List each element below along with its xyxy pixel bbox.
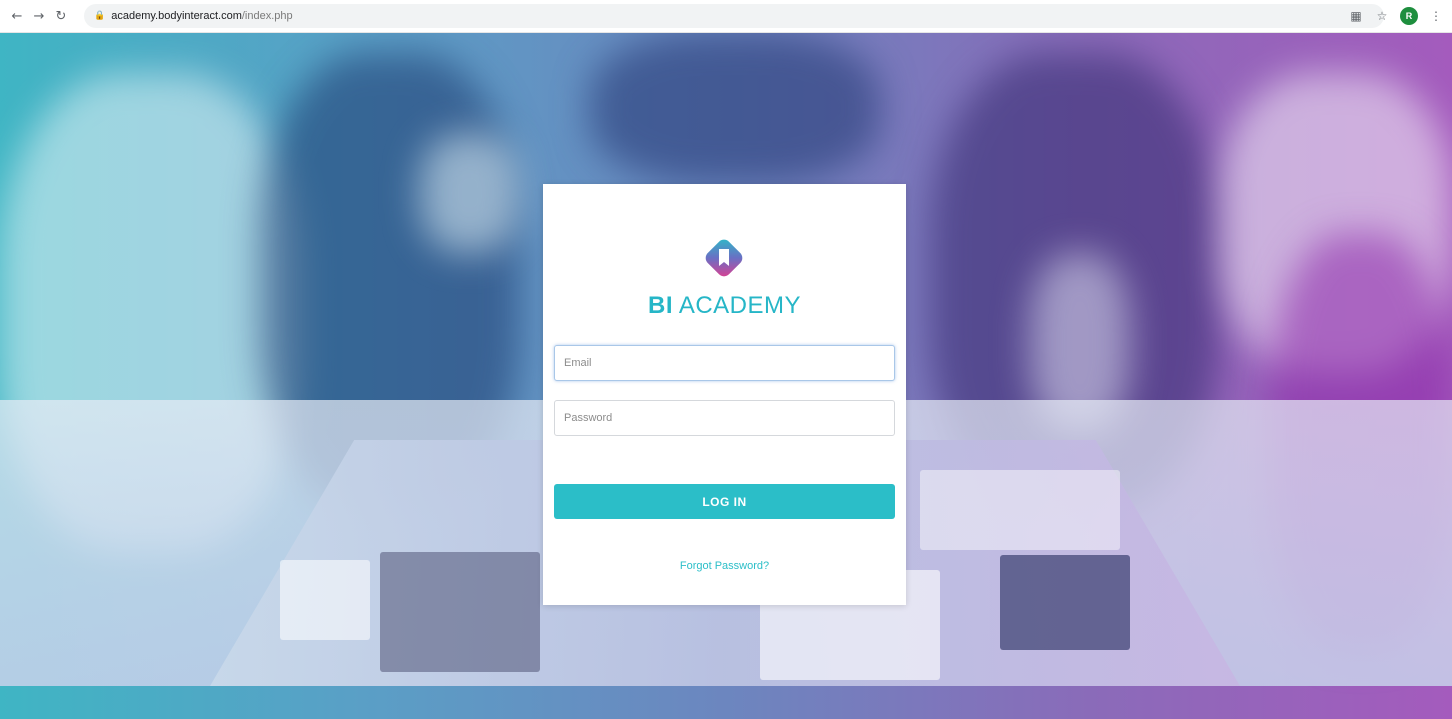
url-path: /index.php: [241, 10, 293, 22]
bi-academy-logo-icon: [705, 239, 743, 277]
side-panel-image: [280, 560, 370, 640]
vitals-panel-image: [1000, 555, 1130, 650]
forward-arrow-icon[interactable]: →: [28, 5, 50, 27]
star-icon[interactable]: ☆: [1374, 5, 1390, 27]
forgot-password-link[interactable]: Forgot Password?: [543, 560, 906, 572]
url-host: academy.bodyinteract.com: [111, 10, 242, 22]
translate-icon[interactable]: ▦: [1348, 5, 1364, 27]
login-card: BI ACADEMY LOG IN Forgot Password?: [543, 184, 906, 605]
chart-panel-image: [920, 470, 1120, 550]
browser-toolbar: ← → ↻ 🔒 academy.bodyinteract.com/index.p…: [0, 0, 1452, 33]
brand-rest: ACADEMY: [672, 292, 802, 319]
lock-icon[interactable]: 🔒: [94, 11, 105, 21]
back-arrow-icon[interactable]: ←: [6, 5, 28, 27]
menu-kebab-icon[interactable]: ⋮: [1428, 5, 1444, 27]
address-bar[interactable]: 🔒 academy.bodyinteract.com/index.php: [84, 4, 1384, 28]
reload-icon[interactable]: ↻: [50, 5, 72, 27]
brand-title: BI ACADEMY: [543, 292, 906, 320]
login-button[interactable]: LOG IN: [554, 484, 895, 519]
xray-panel-image: [380, 552, 540, 672]
profile-avatar[interactable]: R: [1400, 7, 1418, 25]
brand-bold: BI: [647, 292, 673, 319]
email-field[interactable]: [554, 345, 895, 381]
password-field[interactable]: [554, 400, 895, 436]
